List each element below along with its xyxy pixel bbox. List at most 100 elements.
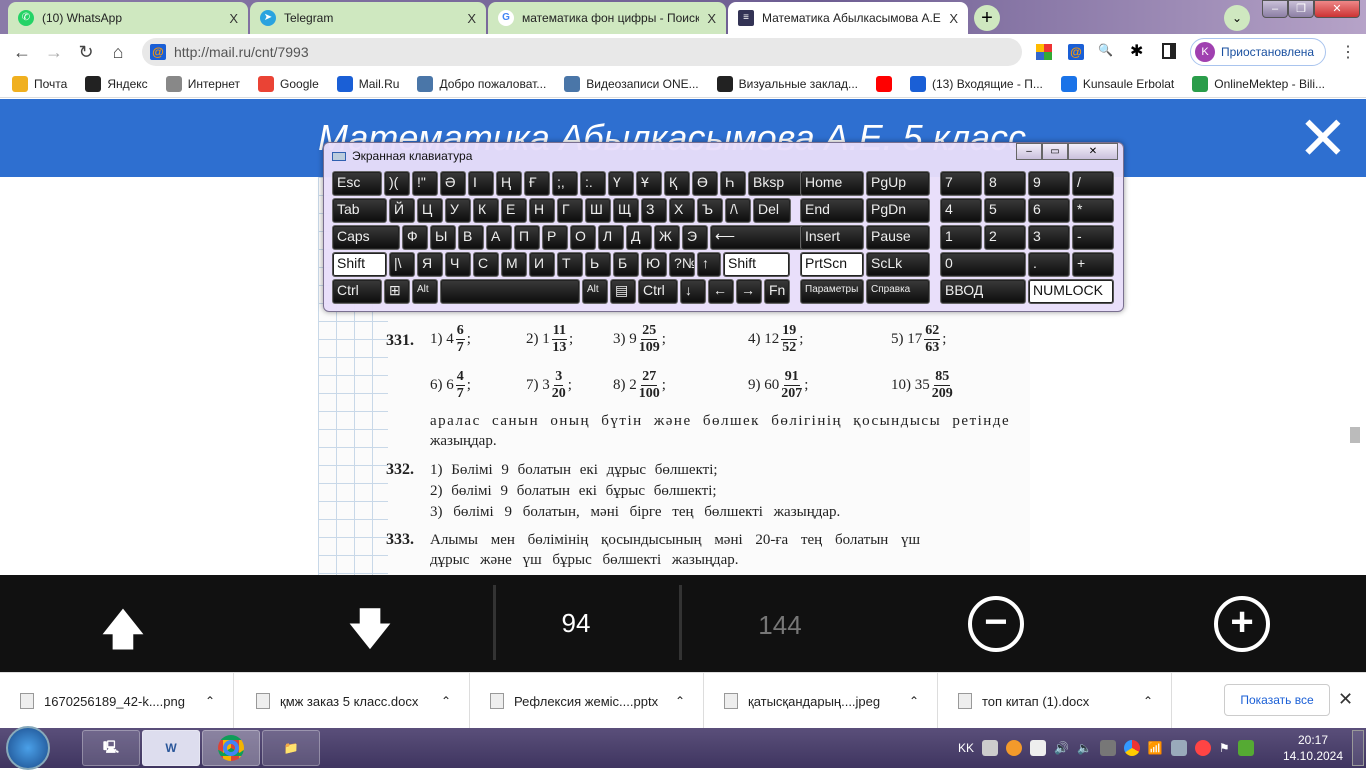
chevron-up-icon[interactable]: ⌃ — [909, 694, 919, 708]
back-button[interactable]: ← — [12, 42, 32, 63]
language-indicator[interactable]: KK — [958, 741, 974, 755]
key-ұ[interactable]: Ұ — [636, 171, 662, 196]
key-р[interactable]: Р — [542, 225, 568, 250]
key-в[interactable]: В — [458, 225, 484, 250]
address-bar[interactable]: @ http://mail.ru/cnt/7993 — [142, 38, 1022, 66]
bookmark-item[interactable]: Яндекс — [85, 75, 148, 92]
key-esc[interactable]: Esc — [332, 171, 382, 196]
key-symbol[interactable]: - — [1072, 225, 1114, 250]
word-icon[interactable]: W — [142, 730, 200, 766]
zoom-out-minus-icon[interactable]: − — [968, 596, 1024, 652]
key-4[interactable]: 4 — [940, 198, 982, 223]
key-symbol[interactable]: * — [1072, 198, 1114, 223]
key-справка[interactable]: Справка — [866, 279, 930, 304]
key-6[interactable]: 6 — [1028, 198, 1070, 223]
key-symbol[interactable]: ;, — [552, 171, 578, 196]
key-қ[interactable]: Қ — [664, 171, 690, 196]
key-ю[interactable]: Ю — [641, 252, 667, 277]
mailru-extension-icon[interactable]: @ — [1068, 44, 1084, 60]
osk-maximize-button[interactable]: ▭ — [1042, 143, 1068, 160]
bookmark-item[interactable]: Видеозаписи ONE... — [564, 75, 699, 92]
key-ч[interactable]: Ч — [445, 252, 471, 277]
bookmark-item[interactable]: Kunsaule Erbolat — [1060, 75, 1174, 92]
start-button-windows-icon[interactable] — [6, 726, 50, 770]
bookmark-item[interactable]: (13) Входящие - П... — [910, 75, 1043, 92]
key-symbol[interactable]: ↓ — [680, 279, 706, 304]
speaker-icon[interactable]: 🔈 — [1077, 741, 1092, 755]
key-г[interactable]: Г — [557, 198, 583, 223]
key-щ[interactable]: Щ — [613, 198, 639, 223]
download-item[interactable]: 1670256189_42-k....png ⌃ — [0, 673, 234, 729]
reload-button[interactable]: ↻ — [76, 42, 96, 63]
key-б[interactable]: Б — [613, 252, 639, 277]
key-х[interactable]: Х — [669, 198, 695, 223]
tab-math-book[interactable]: ≡ Математика Абылкасымова А.Е. X — [728, 2, 968, 34]
key-з[interactable]: З — [641, 198, 667, 223]
chevron-up-icon[interactable]: ⌃ — [441, 694, 451, 708]
key-и[interactable]: И — [529, 252, 555, 277]
key-pause[interactable]: Pause — [866, 225, 930, 250]
key-bksp[interactable]: Bksp — [748, 171, 803, 196]
key-а[interactable]: А — [486, 225, 512, 250]
arrow-up-icon[interactable]: 🡅 — [93, 597, 153, 672]
key-о[interactable]: О — [570, 225, 596, 250]
file-explorer-icon[interactable]: 📁 — [262, 730, 320, 766]
download-item[interactable]: Рефлексия жеміс....pptx ⌃ — [470, 673, 704, 729]
close-downloads-icon[interactable]: ✕ — [1338, 689, 1353, 710]
key-ш[interactable]: Ш — [585, 198, 611, 223]
printer-icon[interactable] — [982, 740, 999, 756]
osk-close-button[interactable]: ✕ — [1068, 143, 1118, 160]
key-ө[interactable]: Ө — [692, 171, 718, 196]
key-insert[interactable]: Insert — [800, 225, 864, 250]
maximize-button[interactable]: ❐ — [1288, 0, 1314, 18]
clock[interactable]: 20:17 14.10.2024 — [1278, 732, 1348, 764]
home-button[interactable]: ⌂ — [108, 42, 128, 63]
key-с[interactable]: С — [473, 252, 499, 277]
computer-icon[interactable]: 🖳 — [82, 730, 140, 766]
chevron-up-icon[interactable]: ⌃ — [1143, 694, 1153, 708]
close-tab-icon[interactable]: X — [467, 11, 476, 26]
key-ц[interactable]: Ц — [417, 198, 443, 223]
bookmark-item[interactable]: Почта — [12, 75, 67, 92]
key-л[interactable]: Л — [598, 225, 624, 250]
key-ң[interactable]: Ң — [496, 171, 522, 196]
volume-icon[interactable]: 🔊 — [1054, 741, 1069, 755]
key-э[interactable]: Э — [682, 225, 708, 250]
key-symbol[interactable]: |\ — [389, 252, 415, 277]
key-symbol[interactable]: / — [1072, 171, 1114, 196]
bookmark-item[interactable]: OnlineMektep - Bili... — [1192, 75, 1325, 92]
key-alt[interactable]: Alt — [582, 279, 608, 304]
key-symbol[interactable]: → — [736, 279, 762, 304]
bookmark-item[interactable]: Добро пожаловат... — [417, 75, 546, 92]
scrollbar-thumb[interactable] — [1350, 427, 1360, 443]
close-tab-icon[interactable]: X — [229, 11, 238, 26]
bookmark-item[interactable]: Google — [258, 75, 319, 92]
chevron-up-icon[interactable]: ⌃ — [675, 694, 685, 708]
url-text[interactable]: http://mail.ru/cnt/7993 — [174, 44, 309, 60]
key-space[interactable] — [440, 279, 580, 304]
key-symbol[interactable]: ⟵ — [710, 225, 805, 250]
tab-search-chevron-icon[interactable]: ⌄ — [1224, 5, 1250, 31]
key-ә[interactable]: Ә — [440, 171, 466, 196]
bookmark-item[interactable]: Интернет — [165, 75, 240, 92]
key-е[interactable]: Е — [501, 198, 527, 223]
key-п[interactable]: П — [514, 225, 540, 250]
key-alt[interactable]: Alt — [412, 279, 438, 304]
tab-google-search[interactable]: Gматематика фон цифры - Поиск X — [488, 2, 726, 34]
key-symbol[interactable]: ↑ — [697, 252, 721, 277]
key-т[interactable]: Т — [557, 252, 583, 277]
key-ы[interactable]: Ы — [430, 225, 456, 250]
key-pgdn[interactable]: PgDn — [866, 198, 930, 223]
key-у[interactable]: У — [445, 198, 471, 223]
key-1[interactable]: 1 — [940, 225, 982, 250]
menu-kebab-icon[interactable]: ⋮ — [1340, 42, 1356, 62]
key-symbol[interactable]: ⊞ — [384, 279, 410, 304]
current-page-input[interactable]: 94 — [540, 608, 612, 639]
nvidia-icon[interactable] — [1237, 740, 1254, 756]
key-ввод[interactable]: ВВОД — [940, 279, 1026, 304]
chrome-icon[interactable] — [202, 730, 260, 766]
key-shift[interactable]: Shift — [332, 252, 387, 277]
key-symbol[interactable]: :. — [580, 171, 606, 196]
key-параметры[interactable]: Параметры — [800, 279, 864, 304]
molecule-icon[interactable] — [1194, 740, 1211, 756]
